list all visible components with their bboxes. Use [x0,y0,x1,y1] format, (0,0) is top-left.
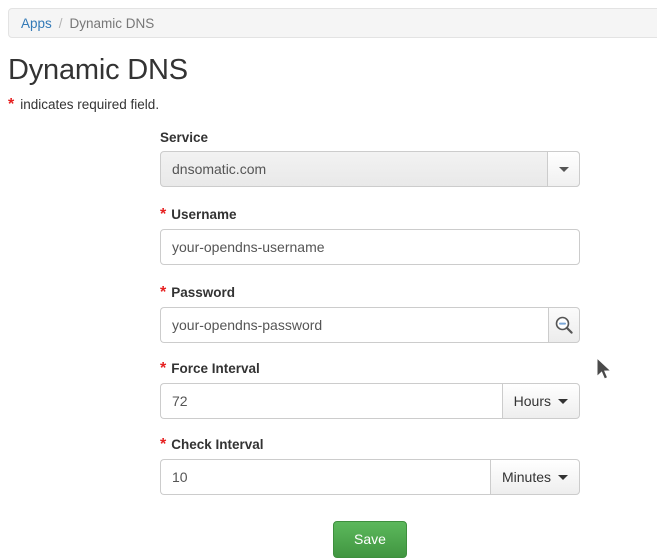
form-group-service: Service dnsomatic.com [160,130,580,187]
breadcrumb-current-dynamic-dns: Dynamic DNS [69,15,155,31]
password-reveal-button[interactable] [548,307,580,343]
force-interval-input[interactable]: 72 [160,383,502,419]
breadcrumb-separator: / [58,15,63,31]
required-note-text: indicates required field. [20,97,160,112]
form-group-username: * Username your-opendns-username [160,207,580,265]
force-interval-input-group: 72 Hours [160,383,580,419]
required-field-note: * indicates required field. [8,97,159,113]
password-input[interactable]: your-opendns-password [160,307,548,343]
force-interval-input-value: 72 [172,393,188,409]
required-asterisk-icon: * [160,206,167,223]
required-asterisk-icon: * [8,96,15,113]
save-row: Save [160,521,580,558]
check-interval-input-group: 10 Minutes [160,459,580,495]
force-interval-unit-label: Hours [513,393,551,409]
label-check-interval: * Check Interval [160,437,580,453]
page-title: Dynamic DNS [8,54,188,86]
breadcrumb: Apps / Dynamic DNS [8,8,657,38]
label-check-interval-text: Check Interval [171,437,264,452]
label-username-text: Username [171,207,237,222]
required-asterisk-icon: * [160,436,167,453]
check-interval-unit-dropdown[interactable]: Minutes [489,459,580,495]
chevron-down-icon [558,398,568,404]
breadcrumb-link-apps[interactable]: Apps [21,16,52,31]
username-input[interactable]: your-opendns-username [160,229,580,265]
label-force-interval-text: Force Interval [171,361,260,376]
check-interval-unit-label: Minutes [501,469,551,485]
username-input-value: your-opendns-username [172,239,325,255]
check-interval-input[interactable]: 10 [160,459,490,495]
force-interval-unit-dropdown[interactable]: Hours [501,383,580,419]
save-button[interactable]: Save [333,521,407,558]
form-group-force-interval: * Force Interval 72 Hours [160,361,580,419]
chevron-down-icon [558,474,568,480]
required-asterisk-icon: * [160,284,167,301]
service-select-toggle[interactable] [547,151,580,187]
password-input-value: your-opendns-password [172,317,323,333]
mouse-pointer-icon [596,357,613,380]
password-input-group: your-opendns-password [160,307,580,343]
label-service: Service [160,130,580,145]
required-asterisk-icon: * [160,360,167,377]
label-password-text: Password [171,285,236,300]
form-group-password: * Password your-opendns-password [160,285,580,343]
service-select[interactable]: dnsomatic.com [160,151,580,187]
dynamic-dns-form: Service dnsomatic.com * Username your-op… [160,130,580,558]
form-group-check-interval: * Check Interval 10 Minutes [160,437,580,495]
label-force-interval: * Force Interval [160,361,580,377]
service-select-value[interactable]: dnsomatic.com [160,151,580,187]
chevron-down-icon [558,166,569,172]
label-password: * Password [160,285,580,301]
magnifier-minus-icon [555,316,573,334]
label-username: * Username [160,207,580,223]
label-service-text: Service [160,130,209,145]
check-interval-input-value: 10 [172,469,188,485]
